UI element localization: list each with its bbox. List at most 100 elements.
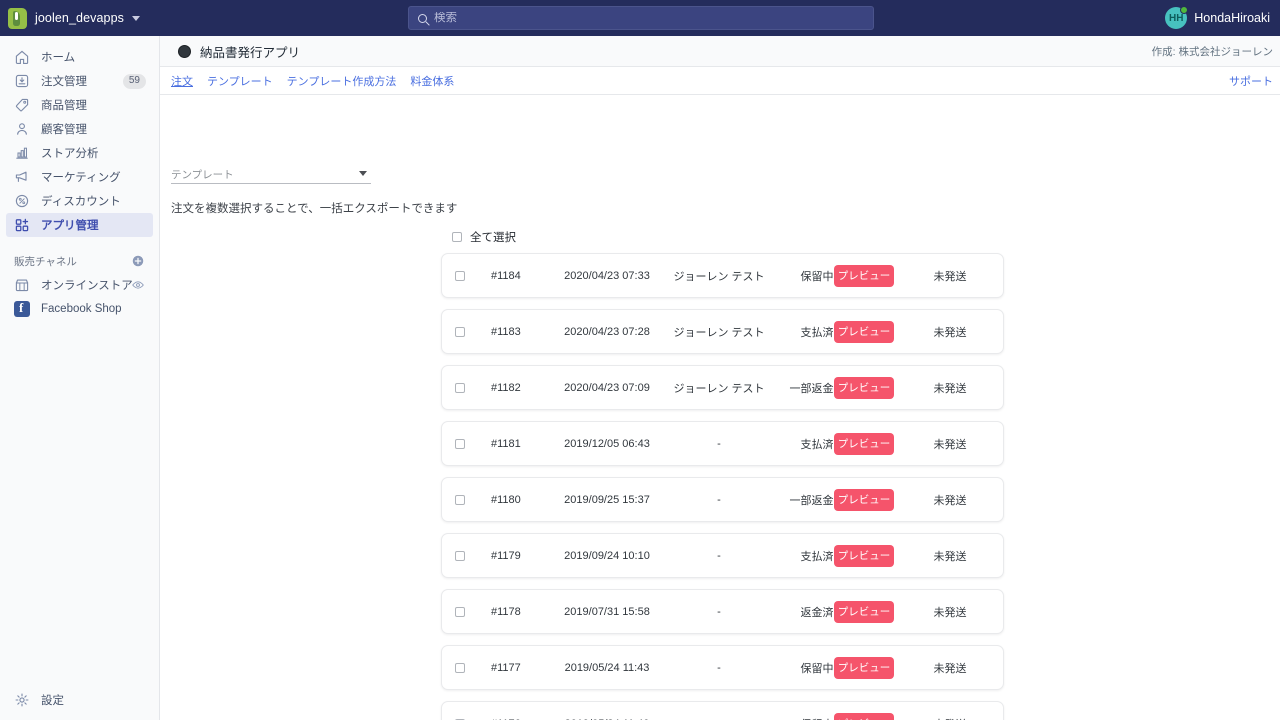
preview-button[interactable]: プレビュー xyxy=(834,432,894,455)
select-all-label: 全て選択 xyxy=(470,232,516,244)
table-row[interactable]: #1179 2019/09/24 10:10- 支払済 プレビュー 未発送 xyxy=(441,533,1004,578)
sidebar-item-customers[interactable]: 顧客管理 xyxy=(6,117,153,141)
eye-icon[interactable] xyxy=(131,278,145,292)
tab-pricing[interactable]: 料金体系 xyxy=(410,73,454,89)
preview-button[interactable]: プレビュー xyxy=(834,600,894,623)
apps-grid-icon xyxy=(15,218,29,232)
table-row[interactable]: #1183 2020/04/23 07:28 ジョーレン テスト 支払済 プレビュー 未発… xyxy=(441,309,1004,354)
order-customer: ジョーレン テスト xyxy=(673,326,765,339)
table-row[interactable]: #1181 2019/12/05 06:43- 支払済 プレビュー 未発送 xyxy=(441,421,1004,466)
app-author: 作成: 株式会社ジョーレン xyxy=(1151,45,1273,58)
sidebar-item-discounts[interactable]: ディスカウント xyxy=(6,189,153,213)
order-date: 2019/09/24 10:10 xyxy=(564,549,650,562)
top-bar: joolen_devapps HH HondaHiroaki xyxy=(0,0,1280,36)
app-header: 納品書発行アプリ 作成: 株式会社ジョーレン xyxy=(160,36,1280,67)
order-customer: ジョーレン テスト xyxy=(673,270,765,283)
preview-button[interactable]: プレビュー xyxy=(834,264,894,287)
sidebar-item-label: ディスカウント xyxy=(41,196,121,208)
table-row[interactable]: #1177 2019/05/24 11:43- 保留中 プレビュー 未発送 xyxy=(441,645,1004,690)
sidebar-section-sales-channels: 販売チャネル xyxy=(6,251,153,271)
analytics-bar-chart-icon xyxy=(16,147,28,159)
order-date: 2020/04/23 07:33 xyxy=(564,269,650,282)
tab-template-howto[interactable]: テンプレート作成方法 xyxy=(287,73,397,89)
storefront-icon xyxy=(15,279,29,292)
order-customer: - xyxy=(717,549,721,562)
row-checkbox[interactable] xyxy=(455,606,465,617)
row-checkbox[interactable] xyxy=(455,382,465,393)
order-id: #1178 xyxy=(491,605,521,618)
preview-button[interactable]: プレビュー xyxy=(834,376,894,399)
sidebar-item-label: マーケティング xyxy=(41,172,121,184)
chevron-down-icon xyxy=(131,15,140,21)
sidebar-item-products[interactable]: 商品管理 xyxy=(6,93,153,117)
order-customer: - xyxy=(717,493,721,506)
order-shipping: 未発送 xyxy=(933,494,967,507)
preview-button[interactable]: プレビュー xyxy=(834,320,894,343)
table-row[interactable]: #1178 2019/07/31 15:58- 返金済 プレビュー 未発送 xyxy=(441,589,1004,634)
order-list: #1184 2020/04/23 07:33 ジョーレン テスト 保留中 プレビュー 未発… xyxy=(441,253,1004,720)
customer-person-icon xyxy=(17,123,27,135)
order-date: 2019/09/25 15:37 xyxy=(564,493,650,506)
user-menu[interactable]: HH HondaHiroaki xyxy=(1161,0,1274,36)
marketing-megaphone-icon xyxy=(15,171,27,182)
sidebar-item-label: 商品管理 xyxy=(41,100,87,112)
row-checkbox[interactable] xyxy=(455,662,465,673)
sidebar-settings-group: 設定 xyxy=(0,688,159,712)
app-tab-bar: 注文 テンプレート テンプレート作成方法 料金体系 サポート xyxy=(160,67,1280,95)
sidebar-item-orders[interactable]: 注文管理 59 xyxy=(6,69,153,93)
preview-button[interactable]: プレビュー xyxy=(834,656,894,679)
support-link[interactable]: サポート xyxy=(1229,73,1273,89)
row-checkbox[interactable] xyxy=(455,550,465,561)
table-row[interactable]: #11762019/05/24 11:40-保留中プレビュー未発送 xyxy=(441,701,1004,720)
order-shipping: 未発送 xyxy=(933,270,967,283)
plus-circle-icon[interactable] xyxy=(131,254,145,268)
preview-button[interactable]: プレビュー xyxy=(834,712,894,720)
row-checkbox[interactable] xyxy=(455,326,465,337)
sidebar-item-facebook-shop[interactable]: Facebook Shop xyxy=(6,297,153,321)
product-tag-icon xyxy=(15,98,29,112)
tab-orders[interactable]: 注文 xyxy=(171,73,193,89)
sidebar-item-label: 顧客管理 xyxy=(41,124,87,136)
avatar: HH xyxy=(1165,6,1189,29)
sidebar-item-home[interactable]: ホーム xyxy=(6,45,153,69)
main-content: 納品書発行アプリ 作成: 株式会社ジョーレン 注文 テンプレート テンプレート作… xyxy=(160,36,1280,720)
order-date: 2019/12/05 06:43 xyxy=(564,437,650,450)
search-bar[interactable] xyxy=(408,6,874,30)
sidebar-item-analytics[interactable]: ストア分析 xyxy=(6,141,153,165)
table-row[interactable]: #1182 2020/04/23 07:09 ジョーレン テスト 一部返金済 プレビュー… xyxy=(441,365,1004,410)
table-row[interactable]: #1180 2019/09/25 15:37- 一部返金済 プレビュー 未発送 xyxy=(441,477,1004,522)
preview-button[interactable]: プレビュー xyxy=(834,488,894,511)
sidebar-item-settings[interactable]: 設定 xyxy=(6,688,153,712)
select-all-row[interactable]: 全て選択 xyxy=(452,229,516,245)
gear-icon xyxy=(15,693,29,707)
order-customer: - xyxy=(717,605,721,618)
table-row[interactable]: #1184 2020/04/23 07:33 ジョーレン テスト 保留中 プレビュー 未発… xyxy=(441,253,1004,298)
order-shipping: 未発送 xyxy=(933,382,967,395)
search-input[interactable] xyxy=(434,12,864,24)
sidebar-item-marketing[interactable]: マーケティング xyxy=(6,165,153,189)
facebook-icon xyxy=(14,300,30,317)
sidebar-item-label: オンラインストア xyxy=(41,280,133,292)
sidebar-item-label: ストア分析 xyxy=(41,148,99,160)
order-shipping: 未発送 xyxy=(933,550,967,563)
shop-switcher[interactable]: joolen_devapps xyxy=(0,0,150,36)
row-checkbox[interactable] xyxy=(455,438,465,449)
row-checkbox[interactable] xyxy=(455,270,465,281)
preview-button[interactable]: プレビュー xyxy=(834,544,894,567)
row-checkbox[interactable] xyxy=(455,494,465,505)
sidebar-item-online-store[interactable]: オンラインストア xyxy=(6,273,153,297)
tab-templates[interactable]: テンプレート xyxy=(207,73,273,89)
sidebar-item-label: 注文管理 xyxy=(41,76,87,88)
orders-count-badge: 59 xyxy=(122,73,146,89)
select-all-checkbox[interactable] xyxy=(452,232,462,242)
order-id: #1184 xyxy=(491,269,521,282)
order-id: #1179 xyxy=(491,549,521,562)
template-select-placeholder: テンプレート xyxy=(171,168,234,181)
shopify-bag-icon xyxy=(8,7,27,29)
order-id: #1182 xyxy=(491,381,521,394)
sidebar: ホーム 注文管理 59 商品管理 顧客管理 ストア分析 マーケティング ディスカ… xyxy=(0,36,160,720)
sidebar-item-apps[interactable]: アプリ管理 xyxy=(6,213,153,237)
template-select[interactable]: テンプレート xyxy=(171,165,371,184)
order-shipping: 未発送 xyxy=(933,606,967,619)
order-id: #1180 xyxy=(491,493,521,506)
